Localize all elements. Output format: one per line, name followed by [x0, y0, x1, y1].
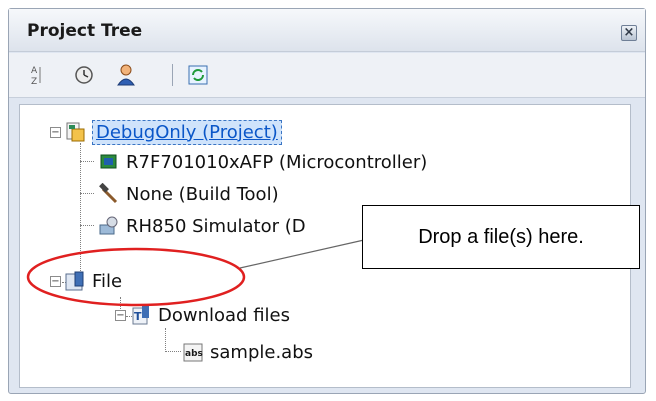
drop-hint-callout: Drop a file(s) here. — [362, 205, 640, 269]
drop-hint-text: Drop a file(s) here. — [418, 225, 584, 248]
callout-pointer — [239, 239, 365, 269]
annotation-overlay — [26, 239, 365, 307]
highlight-ellipse — [26, 247, 246, 307]
